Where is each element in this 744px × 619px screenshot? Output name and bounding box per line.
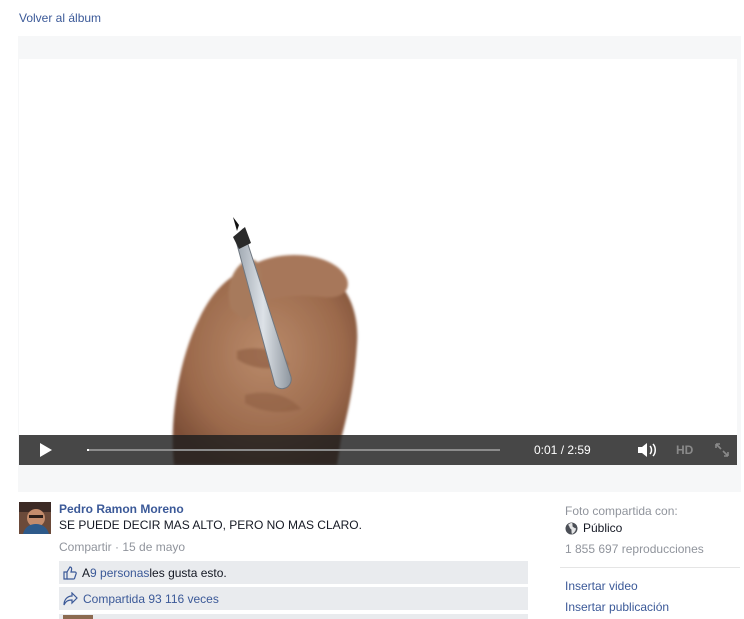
view-count: 1 855 697 reproducciones — [565, 542, 704, 556]
video-controls-bar: 0:01 / 2:59 HD — [19, 435, 737, 465]
time-display: 0:01 / 2:59 — [534, 443, 591, 457]
fullscreen-icon — [715, 443, 729, 457]
meta-separator: · — [111, 540, 123, 554]
author-avatar[interactable] — [19, 502, 51, 534]
embed-post-link[interactable]: Insertar publicación — [565, 600, 669, 614]
likes-prefix: A — [82, 565, 91, 580]
progress-slider[interactable] — [87, 449, 500, 451]
video-still-hand-drawing — [19, 59, 737, 465]
embed-video-link[interactable]: Insertar video — [565, 579, 638, 593]
back-to-album-link[interactable]: Volver al álbum — [19, 11, 101, 25]
video-frame[interactable] — [19, 59, 737, 465]
sidebar-divider — [560, 567, 740, 568]
avatar-photo — [19, 502, 51, 534]
shared-with-label: Foto compartida con: — [565, 504, 678, 518]
likes-summary: A 9 personas les gusta esto. — [59, 561, 528, 584]
privacy-label: Público — [583, 521, 623, 535]
play-icon — [40, 443, 52, 457]
share-arrow-icon — [63, 591, 78, 605]
author-name-link[interactable]: Pedro Ramon Moreno — [59, 502, 184, 516]
globe-icon — [565, 522, 578, 534]
likes-count-link[interactable]: 9 personas — [90, 566, 149, 580]
play-button[interactable] — [39, 435, 59, 465]
post-meta: Compartir · 15 de mayo — [59, 540, 185, 554]
commenter-avatar-partial — [63, 615, 93, 619]
progress-fill — [87, 449, 90, 451]
video-player: 0:01 / 2:59 HD — [18, 36, 741, 492]
likes-suffix: les gusta esto. — [149, 565, 227, 580]
volume-icon — [638, 443, 656, 457]
shares-count-link[interactable]: Compartida 93 116 veces — [83, 592, 219, 606]
thumbs-up-icon — [63, 565, 77, 580]
share-link[interactable]: Compartir — [59, 540, 112, 554]
volume-button[interactable] — [637, 435, 659, 465]
privacy-setting[interactable]: Público — [565, 521, 622, 535]
post-date-link[interactable]: 15 de mayo — [122, 540, 185, 554]
shares-summary: Compartida 93 116 veces — [59, 587, 528, 610]
post-message: SE PUEDE DECIR MAS ALTO, PERO NO MAS CLA… — [59, 518, 362, 532]
hd-toggle-button[interactable]: HD — [676, 435, 693, 465]
fullscreen-button[interactable] — [715, 435, 731, 465]
